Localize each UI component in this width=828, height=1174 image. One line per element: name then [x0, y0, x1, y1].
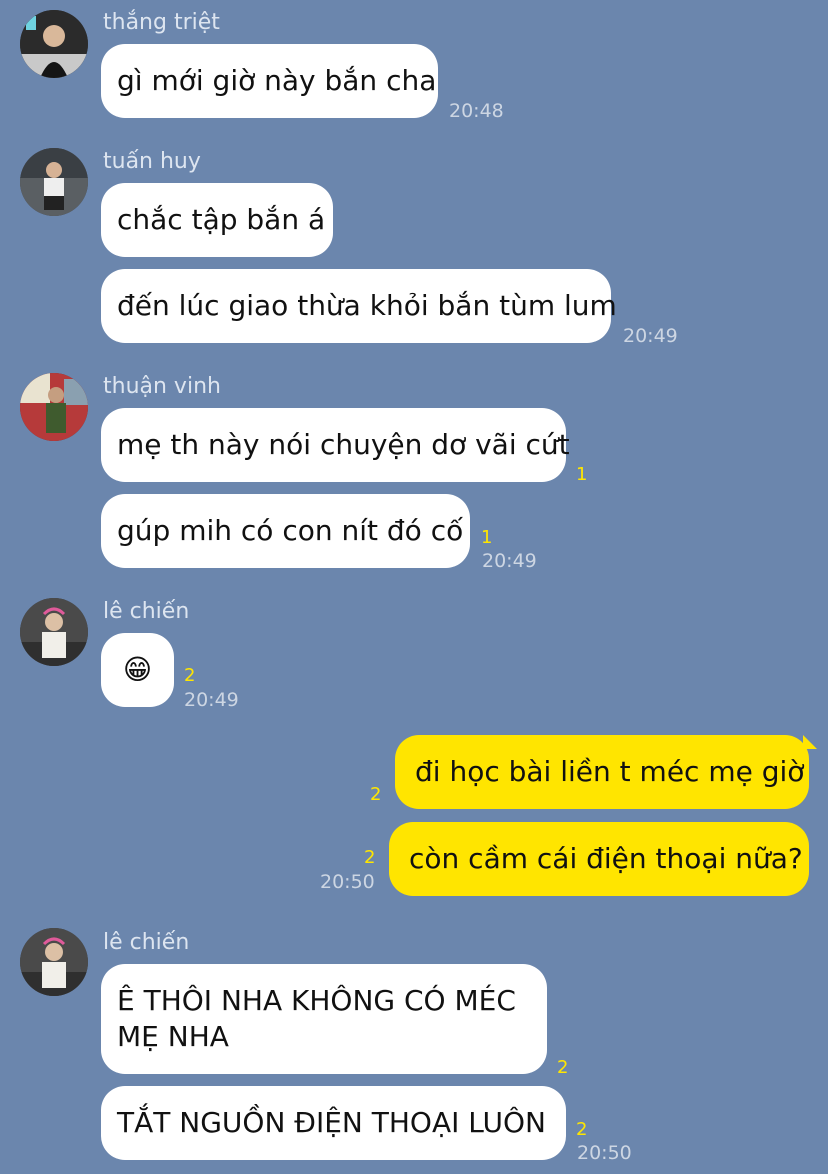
avatar-image: [20, 148, 88, 216]
avatar[interactable]: [20, 10, 88, 78]
avatar-image: [20, 928, 88, 996]
sender-name: thuận vinh: [103, 374, 221, 399]
chat-screen: { "messages": [ {"sender":"thắng triệt",…: [0, 0, 828, 1174]
message-bubble[interactable]: chắc tập bắn á: [101, 183, 333, 257]
message-bubble[interactable]: mẹ th này nói chuyện dơ vãi cứt: [101, 408, 570, 482]
message-bubble[interactable]: đến lúc giao thừa khỏi bắn tùm lum: [101, 269, 617, 343]
avatar[interactable]: [20, 373, 88, 441]
sender-name: thắng triệt: [103, 10, 220, 35]
message-time: 20:49: [184, 689, 239, 711]
sender-name: lê chiến: [103, 599, 190, 624]
message-time: 20:49: [623, 325, 678, 347]
unread-count: 2: [184, 665, 196, 686]
bubble-tail: [803, 735, 817, 749]
my-message-bubble[interactable]: còn cầm cái điện thoại nữa?: [389, 822, 809, 896]
message-time: 20:50: [320, 871, 375, 893]
message-bubble[interactable]: TẮT NGUỒN ĐIỆN THOẠI LUÔN: [101, 1086, 566, 1160]
message-time: 20:48: [449, 100, 504, 122]
message-bubble[interactable]: Ê THÔI NHA KHÔNG CÓ MÉC MẸ NHA: [101, 964, 547, 1074]
unread-count: 2: [576, 1119, 588, 1140]
message-time: 20:49: [482, 550, 537, 572]
unread-count: 2: [364, 847, 376, 868]
message-time: 20:50: [577, 1142, 632, 1164]
avatar-image: [20, 373, 88, 441]
avatar[interactable]: [20, 928, 88, 996]
my-message-bubble[interactable]: đi học bài liền t méc mẹ giờ: [395, 735, 809, 809]
avatar-image: [20, 10, 88, 78]
unread-count: 2: [557, 1057, 569, 1078]
avatar[interactable]: [20, 148, 88, 216]
unread-count: 1: [576, 464, 588, 485]
sender-name: tuấn huy: [103, 149, 201, 174]
message-bubble[interactable]: 😁: [101, 633, 174, 707]
avatar[interactable]: [20, 598, 88, 666]
message-bubble[interactable]: gì mới giờ này bắn cha: [101, 44, 438, 118]
message-bubble[interactable]: gúp mih có con nít đó cố: [101, 494, 470, 568]
unread-count: 2: [370, 784, 382, 805]
sender-name: lê chiến: [103, 930, 190, 955]
avatar-image: [20, 598, 88, 666]
unread-count: 1: [481, 527, 493, 548]
